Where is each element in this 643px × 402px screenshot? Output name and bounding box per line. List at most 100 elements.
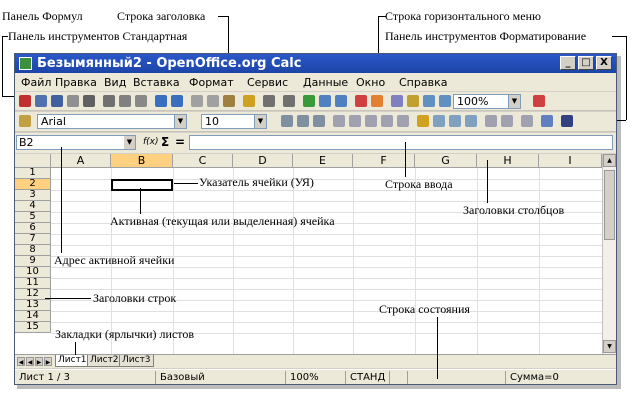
decrease-indent-icon[interactable]: [485, 115, 497, 127]
select-all-corner[interactable]: [15, 154, 51, 168]
open-icon[interactable]: [35, 95, 47, 107]
chevron-down-icon[interactable]: ▼: [174, 115, 186, 128]
navigator-icon[interactable]: [391, 95, 403, 107]
status-selection-mode[interactable]: [389, 371, 407, 384]
percent-format-icon[interactable]: [433, 115, 445, 127]
next-sheet-icon[interactable]: ▶: [35, 357, 43, 366]
add-decimal-icon[interactable]: [449, 115, 461, 127]
menu-file[interactable]: Файл: [21, 76, 51, 89]
align-center-icon[interactable]: [349, 115, 361, 127]
new-document-icon[interactable]: [19, 95, 31, 107]
font-color-icon[interactable]: [561, 115, 573, 127]
sheet-tab-1[interactable]: Лист1: [55, 355, 90, 367]
prev-sheet-icon[interactable]: ◀: [26, 357, 34, 366]
justify-icon[interactable]: [381, 115, 393, 127]
column-header[interactable]: D: [233, 154, 293, 168]
last-sheet-icon[interactable]: ▶: [44, 357, 52, 366]
styles-icon[interactable]: [19, 115, 31, 127]
column-header[interactable]: A: [51, 154, 111, 168]
annotation-line: [140, 188, 141, 214]
borders-icon[interactable]: [521, 115, 533, 127]
autospell-icon[interactable]: [171, 95, 183, 107]
datasources-icon[interactable]: [423, 95, 435, 107]
status-page-style[interactable]: Базовый: [155, 371, 205, 384]
edit-file-icon[interactable]: [83, 95, 95, 107]
sheet-tab-2[interactable]: Лист2: [87, 355, 122, 367]
merge-cells-icon[interactable]: [397, 115, 409, 127]
spellcheck-icon[interactable]: [155, 95, 167, 107]
status-zoom[interactable]: 100%: [285, 371, 319, 384]
column-header[interactable]: C: [173, 154, 233, 168]
active-cell-b2[interactable]: [111, 179, 173, 191]
chart-icon[interactable]: [355, 95, 367, 107]
status-mode[interactable]: СТАНД: [345, 371, 385, 384]
bold-icon[interactable]: [281, 115, 293, 127]
sort-descending-icon[interactable]: [335, 95, 347, 107]
title-bar[interactable]: Безымянный2 - OpenOffice.org Calc _ □ X: [15, 54, 616, 73]
font-name-select[interactable]: Arial ▼: [37, 114, 187, 129]
first-sheet-icon[interactable]: ◀: [17, 357, 25, 366]
function-wizard-icon[interactable]: f(x): [143, 137, 159, 147]
chevron-down-icon[interactable]: ▼: [254, 115, 266, 128]
status-bar: Лист 1 / 3 Базовый 100% СТАНД Сумма=0: [15, 369, 616, 384]
name-box[interactable]: B2 ▼: [16, 135, 136, 150]
minimize-button[interactable]: _: [560, 56, 576, 70]
annotation-line: [487, 160, 488, 203]
menu-help[interactable]: Справка: [399, 76, 447, 89]
menu-window[interactable]: Окно: [356, 76, 385, 89]
vertical-scrollbar[interactable]: ▲ ▼: [602, 154, 616, 354]
draw-functions-icon[interactable]: [371, 95, 383, 107]
paste-icon[interactable]: [223, 95, 235, 107]
maximize-button[interactable]: □: [578, 56, 594, 70]
align-left-icon[interactable]: [333, 115, 345, 127]
gallery-icon[interactable]: [407, 95, 419, 107]
help-icon[interactable]: [533, 95, 545, 107]
format-paintbrush-icon[interactable]: [243, 95, 255, 107]
menu-data[interactable]: Данные: [303, 76, 348, 89]
underline-icon[interactable]: [313, 115, 325, 127]
input-line[interactable]: [189, 135, 613, 150]
copy-icon[interactable]: [207, 95, 219, 107]
function-icon[interactable]: =: [175, 135, 185, 149]
scroll-up-icon[interactable]: ▲: [603, 154, 616, 167]
undo-icon[interactable]: [263, 95, 275, 107]
sort-ascending-icon[interactable]: [319, 95, 331, 107]
page-preview-icon[interactable]: [135, 95, 147, 107]
cut-icon[interactable]: [191, 95, 203, 107]
scroll-down-icon[interactable]: ▼: [603, 340, 616, 353]
chevron-down-icon[interactable]: ▼: [124, 136, 135, 149]
sum-icon[interactable]: Σ: [161, 135, 169, 149]
row-header[interactable]: 15: [15, 322, 51, 333]
close-button[interactable]: X: [596, 56, 612, 70]
currency-format-icon[interactable]: [417, 115, 429, 127]
increase-indent-icon[interactable]: [501, 115, 513, 127]
menu-tools[interactable]: Сервис: [247, 76, 288, 89]
pdf-icon[interactable]: [103, 95, 115, 107]
menu-format[interactable]: Формат: [189, 76, 234, 89]
font-size-select[interactable]: 10 ▼: [201, 114, 267, 129]
menu-bar: Файл Правка Вид Вставка Формат Сервис Да…: [15, 73, 616, 91]
sheet-tab-3[interactable]: Лист3: [119, 355, 154, 367]
zoom-select[interactable]: 100% ▼: [453, 94, 521, 109]
save-icon[interactable]: [51, 95, 63, 107]
chevron-down-icon[interactable]: ▼: [508, 95, 520, 108]
align-right-icon[interactable]: [365, 115, 377, 127]
menu-insert[interactable]: Вставка: [133, 76, 180, 89]
italic-icon[interactable]: [297, 115, 309, 127]
column-header[interactable]: E: [293, 154, 353, 168]
datasources-icon-2[interactable]: [439, 95, 451, 107]
email-icon[interactable]: [67, 95, 79, 107]
menu-edit[interactable]: Правка: [55, 76, 97, 89]
redo-icon[interactable]: [283, 95, 295, 107]
column-header[interactable]: I: [539, 154, 602, 168]
menu-view[interactable]: Вид: [104, 76, 126, 89]
column-header-active[interactable]: B: [111, 154, 173, 168]
remove-decimal-icon[interactable]: [465, 115, 477, 127]
annotation-line: [378, 16, 386, 17]
hyperlink-icon[interactable]: [303, 95, 315, 107]
column-header[interactable]: G: [415, 154, 477, 168]
print-icon[interactable]: [119, 95, 131, 107]
scrollbar-thumb[interactable]: [604, 170, 615, 240]
background-color-icon[interactable]: [541, 115, 553, 127]
annotation-column-headers: Заголовки столбцов: [463, 203, 565, 217]
